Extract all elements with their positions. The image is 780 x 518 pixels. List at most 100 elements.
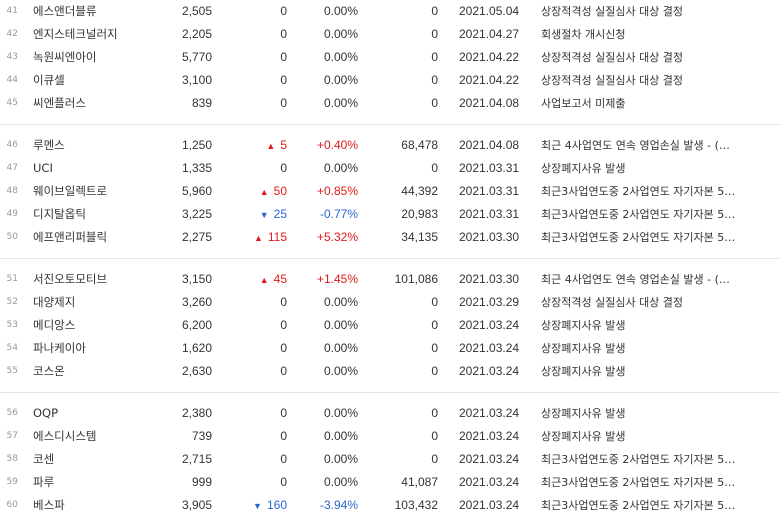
designation-reason: 상장적격성 실질심사 대상 결정 bbox=[541, 51, 684, 64]
price-change: 0 bbox=[222, 402, 287, 425]
table-row: 43 녹원씨엔아이 5,770 0 0.00% 0 2021.04.22 상장적격성 실질심사… bbox=[0, 46, 780, 69]
table-row: 50 에프앤리퍼블릭 2,275 ▲ 115 +5.32% 34,135 2021.03.30… bbox=[0, 226, 780, 249]
current-price: 1,250 bbox=[181, 138, 212, 152]
trading-volume: 0 bbox=[431, 429, 438, 443]
change-rate: 0.00% bbox=[323, 318, 358, 332]
price-change: 0 bbox=[222, 46, 287, 69]
row-number: 49 bbox=[6, 209, 18, 219]
row-number: 44 bbox=[6, 75, 18, 85]
table-row: 52 대양제지 3,260 0 0.00% 0 2021.03.29 상장적격성 실질심사 대… bbox=[0, 291, 780, 314]
price-change-value: 50 bbox=[273, 184, 287, 198]
trading-volume: 0 bbox=[431, 406, 438, 420]
designation-reason: 최근3사업연도중 2사업연도 자기자본 5… bbox=[541, 185, 736, 198]
price-change: 0 bbox=[222, 157, 287, 180]
current-price: 2,630 bbox=[181, 364, 212, 378]
change-rate: +0.40% bbox=[316, 138, 358, 152]
change-rate: 0.00% bbox=[323, 50, 358, 64]
price-change-value: 0 bbox=[280, 161, 287, 175]
price-change-value: 0 bbox=[280, 475, 287, 489]
designation-date: 2021.03.24 bbox=[459, 364, 520, 378]
table-row: 57 에스디시스템 739 0 0.00% 0 2021.03.24 상장폐지사유 발생 bbox=[0, 425, 780, 448]
designation-reason: 최근3사업연도중 2사업연도 자기자본 5… bbox=[541, 453, 736, 466]
price-change: 0 bbox=[222, 69, 287, 92]
designation-reason: 상장적격성 실질심사 대상 결정 bbox=[541, 5, 684, 18]
price-change: 0 bbox=[222, 360, 287, 383]
row-number: 54 bbox=[6, 343, 18, 353]
price-change-value: 25 bbox=[273, 207, 287, 221]
change-rate: 0.00% bbox=[323, 341, 358, 355]
trading-volume: 20,983 bbox=[401, 207, 438, 221]
table-row: 56 OQP 2,380 0 0.00% 0 2021.03.24 상장폐지사유 발생 bbox=[0, 402, 780, 425]
table-row: 58 코센 2,715 0 0.00% 0 2021.03.24 최근3사업연도중 2사업연도… bbox=[0, 448, 780, 471]
price-change-value: 160 bbox=[266, 498, 287, 512]
price-change-value: 45 bbox=[273, 272, 287, 286]
row-number: 41 bbox=[6, 6, 18, 16]
table-row: 42 엔지스테크널러지 2,205 0 0.00% 0 2021.04.27 회생절차 개시신… bbox=[0, 23, 780, 46]
arrow-up-icon: ▲ bbox=[253, 233, 263, 243]
row-number: 50 bbox=[6, 232, 18, 242]
trading-volume: 0 bbox=[431, 27, 438, 41]
table-row: 49 디지탈옵틱 3,225 ▼ 25 -0.77% 20,983 2021.03.31 최근3… bbox=[0, 203, 780, 226]
group-divider bbox=[0, 392, 780, 393]
table-row: 47 UCI 1,335 0 0.00% 0 2021.03.31 상장폐지사유 발생 bbox=[0, 157, 780, 180]
trading-volume: 0 bbox=[431, 452, 438, 466]
current-price: 6,200 bbox=[181, 318, 212, 332]
price-change: 0 bbox=[222, 425, 287, 448]
trading-volume: 101,086 bbox=[394, 272, 438, 286]
group-divider bbox=[0, 258, 780, 259]
row-number: 53 bbox=[6, 320, 18, 330]
price-change-value: 5 bbox=[280, 138, 287, 152]
table-row: 41 에스앤더블류 2,505 0 0.00% 0 2021.05.04 상장적격성 실질심사… bbox=[0, 0, 780, 23]
price-change: 0 bbox=[222, 23, 287, 46]
price-change: ▲ 5 bbox=[222, 134, 287, 157]
price-change-value: 0 bbox=[280, 96, 287, 110]
change-rate: 0.00% bbox=[323, 475, 358, 489]
change-rate: 0.00% bbox=[323, 295, 358, 309]
arrow-up-icon: ▲ bbox=[259, 275, 269, 285]
price-change: ▲ 115 bbox=[222, 226, 287, 249]
current-price: 5,770 bbox=[181, 50, 212, 64]
price-change: ▲ 45 bbox=[222, 268, 287, 291]
price-change-value: 0 bbox=[280, 50, 287, 64]
change-rate: 0.00% bbox=[323, 96, 358, 110]
arrow-down-icon: ▼ bbox=[253, 501, 262, 511]
designation-reason: 최근 4사업연도 연속 영업손실 발생 - (… bbox=[541, 273, 730, 286]
delisting-stock-table: 41 에스앤더블류 2,505 0 0.00% 0 2021.05.04 상장적격성 실질심사… bbox=[0, 0, 780, 514]
price-change-value: 0 bbox=[280, 364, 287, 378]
row-number: 45 bbox=[6, 98, 18, 108]
row-group: 46 루멘스 1,250 ▲ 5 +0.40% 68,478 2021.04.08 최근 4사업… bbox=[0, 134, 780, 249]
trading-volume: 0 bbox=[431, 318, 438, 332]
table-row: 55 코스온 2,630 0 0.00% 0 2021.03.24 상장폐지사유 발생 bbox=[0, 360, 780, 383]
row-number: 43 bbox=[6, 52, 18, 62]
designation-reason: 최근3사업연도중 2사업연도 자기자본 5… bbox=[541, 231, 736, 244]
price-change-value: 0 bbox=[280, 341, 287, 355]
price-change-value: 0 bbox=[280, 27, 287, 41]
row-number: 58 bbox=[6, 454, 18, 464]
trading-volume: 41,087 bbox=[401, 475, 438, 489]
trading-volume: 44,392 bbox=[401, 184, 438, 198]
change-rate: 0.00% bbox=[323, 73, 358, 87]
arrow-up-icon: ▲ bbox=[266, 141, 276, 151]
row-number: 56 bbox=[6, 408, 18, 418]
designation-date: 2021.03.30 bbox=[459, 230, 520, 244]
designation-reason: 최근3사업연도중 2사업연도 자기자본 5… bbox=[541, 208, 736, 221]
row-number: 52 bbox=[6, 297, 18, 307]
designation-reason: 상장적격성 실질심사 대상 결정 bbox=[541, 296, 684, 309]
designation-reason: 상장폐지사유 발생 bbox=[541, 430, 626, 443]
current-price: 839 bbox=[191, 96, 212, 110]
designation-reason: 최근3사업연도중 2사업연도 자기자본 5… bbox=[541, 476, 736, 489]
change-rate: +0.85% bbox=[316, 184, 358, 198]
table-row: 51 서진오토모티브 3,150 ▲ 45 +1.45% 101,086 2021.03.30… bbox=[0, 268, 780, 291]
designation-date: 2021.03.31 bbox=[459, 184, 520, 198]
designation-reason: 상장폐지사유 발생 bbox=[541, 407, 626, 420]
change-rate: 0.00% bbox=[323, 4, 358, 18]
price-change: 0 bbox=[222, 448, 287, 471]
table-row: 45 씨엔플러스 839 0 0.00% 0 2021.04.08 사업보고서 미제출 bbox=[0, 92, 780, 115]
trading-volume: 0 bbox=[431, 161, 438, 175]
current-price: 2,380 bbox=[181, 406, 212, 420]
current-price: 2,275 bbox=[181, 230, 212, 244]
designation-date: 2021.03.24 bbox=[459, 406, 520, 420]
designation-date: 2021.03.24 bbox=[459, 318, 520, 332]
designation-date: 2021.04.08 bbox=[459, 96, 520, 110]
price-change-value: 0 bbox=[280, 318, 287, 332]
